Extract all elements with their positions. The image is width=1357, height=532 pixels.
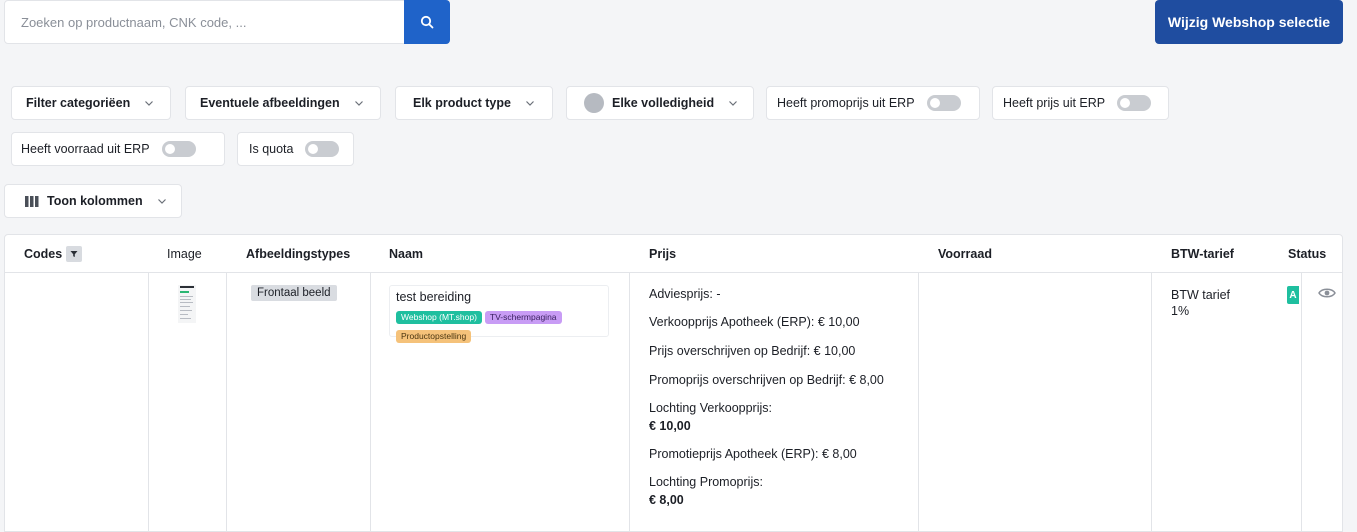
chevron-down-icon [525, 98, 535, 108]
filter-quota-label: Is quota [249, 142, 294, 156]
column-image-types: Afbeeldingstypes [246, 247, 351, 261]
filter-images-label: Eventuele afbeeldingen [200, 96, 340, 110]
toggle-columns-dropdown[interactable]: Toon kolommen [4, 184, 182, 218]
chevron-down-icon [144, 98, 154, 108]
promo-price-erp: Promotieprijs Apotheek (ERP): € 8,00 [649, 447, 857, 461]
column-divider [1301, 273, 1302, 531]
product-thumbnail[interactable] [178, 285, 196, 323]
eye-icon[interactable] [1318, 286, 1336, 300]
filter-stock-erp-label: Heeft voorraad uit ERP [21, 142, 150, 156]
tag-tv-screen: TV-schermpagina [484, 311, 562, 324]
filter-product-type-label: Elk product type [413, 96, 511, 110]
filter-price-erp-toggle[interactable]: Heeft prijs uit ERP [992, 86, 1169, 120]
column-image: Image [167, 247, 202, 261]
filter-categories-dropdown[interactable]: Filter categoriëen [11, 86, 171, 120]
filter-stock-erp-toggle[interactable]: Heeft voorraad uit ERP [11, 132, 225, 166]
change-webshop-button[interactable]: Wijzig Webshop selectie [1155, 0, 1343, 44]
image-type-cell: Frontaal beeld [251, 285, 337, 301]
filter-promo-erp-label: Heeft promoprijs uit ERP [777, 96, 915, 110]
toggle-columns-label: Toon kolommen [47, 194, 143, 208]
column-status: Status [1288, 247, 1327, 261]
tag-webshop: Webshop (MT.shop) [396, 311, 482, 324]
column-name: Naam [389, 247, 424, 261]
sell-price-erp: Verkoopprijs Apotheek (ERP): € 10,00 [649, 315, 860, 329]
column-divider [629, 273, 630, 531]
filter-promo-erp-toggle[interactable]: Heeft promoprijs uit ERP [766, 86, 980, 120]
column-codes-label: Codes [24, 247, 63, 261]
filter-images-dropdown[interactable]: Eventuele afbeeldingen [185, 86, 381, 120]
chevron-down-icon [728, 98, 738, 108]
lochting-sell-price-label: Lochting Verkoopprijs: [649, 401, 772, 415]
column-divider [1151, 273, 1152, 531]
columns-icon [25, 195, 39, 207]
column-price: Prijs [649, 247, 677, 261]
product-name-cell[interactable]: test bereiding Webshop (MT.shop) TV-scher… [389, 285, 609, 343]
column-codes[interactable]: Codes [24, 235, 83, 273]
vat-value: 1% [1171, 304, 1190, 318]
search-bar [4, 0, 450, 44]
search-icon [420, 15, 434, 29]
override-promo-price: Promoprijs overschrijven op Bedrijf: € 8… [649, 373, 884, 387]
search-button[interactable] [404, 0, 450, 44]
lochting-promo-price-value: € 8,00 [649, 493, 684, 507]
column-vat: BTW-tarief [1171, 247, 1234, 261]
lochting-sell-price-value: € 10,00 [649, 419, 691, 433]
lochting-promo-price-label: Lochting Promoprijs: [649, 475, 763, 489]
vat-cell: BTW tarief 1% [1171, 287, 1230, 319]
vat-label: BTW tarief [1171, 288, 1231, 302]
search-input[interactable] [5, 1, 404, 43]
filter-product-type-dropdown[interactable]: Elk product type [395, 86, 553, 120]
override-price: Prijs overschrijven op Bedrijf: € 10,00 [649, 344, 856, 358]
filter-categories-label: Filter categoriëen [26, 96, 131, 110]
filter-price-erp-label: Heeft prijs uit ERP [1003, 96, 1106, 110]
column-divider [148, 273, 149, 531]
price-erp-switch[interactable] [1117, 95, 1152, 111]
products-table: Codes Image Afbeeldingstypes Naam Prijs … [4, 234, 1343, 532]
chevron-down-icon [354, 98, 364, 108]
column-divider [226, 273, 227, 531]
column-divider [918, 273, 919, 531]
tag-product-setup: Productopstelling [396, 330, 472, 343]
promo-erp-switch[interactable] [926, 95, 961, 111]
column-divider [370, 273, 371, 531]
column-stock: Voorraad [938, 247, 992, 261]
chevron-down-icon [157, 196, 167, 206]
advice-price: Adviesprijs: - [649, 287, 721, 301]
filter-icon[interactable] [66, 246, 83, 262]
filter-completeness-label: Elke volledigheid [612, 96, 715, 110]
quota-switch[interactable] [305, 141, 340, 157]
stock-erp-switch[interactable] [161, 141, 196, 157]
filter-quota-toggle[interactable]: Is quota [237, 132, 354, 166]
image-type-badge: Frontaal beeld [251, 285, 337, 301]
status-badge: A [1287, 286, 1299, 304]
filter-completeness-dropdown[interactable]: Elke volledigheid [566, 86, 754, 120]
product-name: test bereiding [396, 290, 472, 304]
completeness-indicator [584, 93, 604, 113]
table-header: Codes Image Afbeeldingstypes Naam Prijs … [5, 235, 1342, 273]
